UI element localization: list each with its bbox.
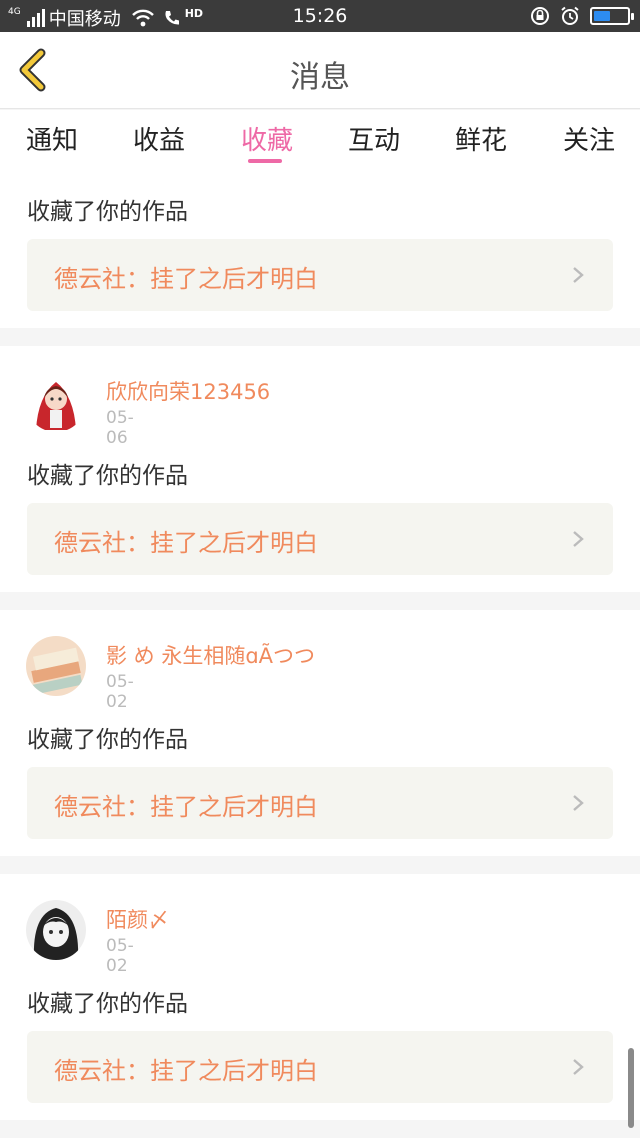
avatar-sketch-girl-icon xyxy=(26,900,86,960)
scrollbar[interactable] xyxy=(628,1048,634,1128)
tab-follows[interactable]: 关注 xyxy=(563,120,615,157)
favorites-list: 收藏了你的作品 德云社：挂了之后才明白 欣欣向荣123456 05-06 收藏了… xyxy=(0,170,640,1138)
username[interactable]: 影 め 永生相随ɑÃつつ xyxy=(106,640,315,670)
avatar-red-hood-girl-icon xyxy=(26,372,86,432)
chevron-right-icon xyxy=(573,531,584,547)
chevron-right-icon xyxy=(573,795,584,811)
avatar[interactable] xyxy=(26,900,86,960)
tab-favorites[interactable]: 收藏 xyxy=(241,120,293,157)
tab-interactions[interactable]: 互动 xyxy=(348,120,400,157)
list-item: 收藏了你的作品 德云社：挂了之后才明白 xyxy=(0,170,640,328)
work-link[interactable]: 德云社：挂了之后才明白 xyxy=(27,1031,613,1103)
work-link[interactable]: 德云社：挂了之后才明白 xyxy=(27,503,613,575)
item-date: 05-02 xyxy=(106,936,134,976)
avatar-books-icon xyxy=(26,636,86,696)
battery-icon xyxy=(590,7,634,25)
work-link[interactable]: 德云社：挂了之后才明白 xyxy=(27,767,613,839)
avatar[interactable] xyxy=(26,372,86,432)
tab-bar: 通知 收益 收藏 互动 鲜花 关注 xyxy=(0,110,640,170)
item-message: 收藏了你的作品 xyxy=(27,991,188,1017)
status-right xyxy=(530,6,634,26)
list-item: 陌颜〆 05-02 收藏了你的作品 德云社：挂了之后才明白 xyxy=(0,874,640,1120)
chevron-right-icon xyxy=(573,1059,584,1075)
item-date: 05-02 xyxy=(106,672,134,712)
tab-flowers[interactable]: 鲜花 xyxy=(455,120,507,157)
battery-fill xyxy=(594,11,610,21)
work-title: 德云社：挂了之后才明白 xyxy=(54,793,318,821)
alarm-icon xyxy=(561,6,579,25)
page-title: 消息 xyxy=(290,60,350,95)
tab-earnings[interactable]: 收益 xyxy=(133,120,185,157)
work-title: 德云社：挂了之后才明白 xyxy=(54,265,318,293)
username[interactable]: 陌颜〆 xyxy=(106,904,169,934)
app-header: 消息 xyxy=(0,32,640,109)
username[interactable]: 欣欣向荣123456 xyxy=(106,376,270,406)
item-message: 收藏了你的作品 xyxy=(27,727,188,753)
list-item: 影 め 永生相随ɑÃつつ 05-02 收藏了你的作品 德云社：挂了之后才明白 xyxy=(0,610,640,856)
list-item: 欣欣向荣123456 05-06 收藏了你的作品 德云社：挂了之后才明白 xyxy=(0,346,640,592)
rotation-lock-icon xyxy=(531,7,549,25)
avatar[interactable] xyxy=(26,636,86,696)
chevron-right-icon xyxy=(573,267,584,283)
item-message: 收藏了你的作品 xyxy=(27,463,188,489)
work-title: 德云社：挂了之后才明白 xyxy=(54,529,318,557)
tab-notifications[interactable]: 通知 xyxy=(26,120,78,157)
work-title: 德云社：挂了之后才明白 xyxy=(54,1057,318,1085)
tab-active-indicator xyxy=(248,159,282,163)
work-link[interactable]: 德云社：挂了之后才明白 xyxy=(27,239,613,311)
item-date: 05-06 xyxy=(106,408,134,448)
status-bar: 4G 中国移动 HD 15:26 xyxy=(0,0,640,32)
item-message: 收藏了你的作品 xyxy=(27,199,188,225)
